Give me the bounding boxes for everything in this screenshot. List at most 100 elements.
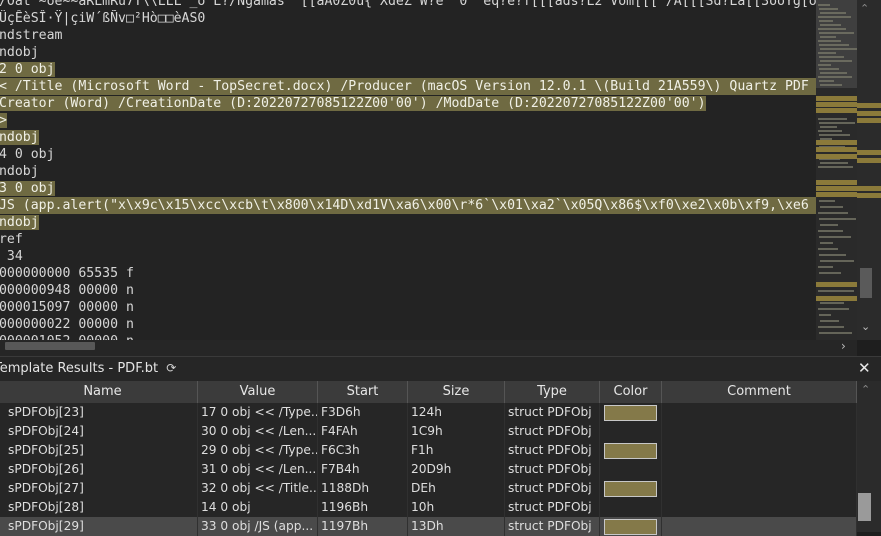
scroll-up-arrow-icon[interactable]: ⌃ bbox=[860, 2, 869, 15]
code-line[interactable]: 0000000022 00000 n bbox=[0, 316, 816, 333]
cell-value: 33 0 obj /JS (app... bbox=[198, 517, 318, 536]
minimap-highlight bbox=[816, 140, 857, 145]
code-line-text: 14 0 obj bbox=[0, 147, 55, 162]
code-line[interactable]: 0000015097 00000 n bbox=[0, 299, 816, 316]
cell-size: 1C9h bbox=[408, 422, 505, 441]
code-line[interactable]: endobj bbox=[0, 44, 816, 61]
minimap-line bbox=[820, 60, 852, 62]
editor-vertical-scroll-thumb[interactable] bbox=[860, 268, 872, 298]
code-line-text: endobj bbox=[0, 164, 39, 179]
cell-comment[interactable] bbox=[662, 403, 857, 422]
cell-color[interactable] bbox=[600, 479, 662, 498]
minimap-line bbox=[818, 28, 846, 30]
column-header-type[interactable]: Type bbox=[505, 381, 600, 403]
cell-comment[interactable] bbox=[662, 422, 857, 441]
table-row[interactable]: sPDFObj[23] 17 0 obj << /Type... F3D6h 124h… bbox=[0, 403, 857, 422]
cell-size: 10h bbox=[408, 498, 505, 517]
cell-comment[interactable] bbox=[662, 460, 857, 479]
scroll-right-arrow-icon[interactable]: › bbox=[841, 339, 846, 353]
cell-color[interactable] bbox=[600, 517, 662, 536]
close-icon[interactable]: ✕ bbox=[858, 359, 871, 377]
column-header-size[interactable]: Size bbox=[408, 381, 505, 403]
cell-size: 13Dh bbox=[408, 517, 505, 536]
cell-color[interactable] bbox=[600, 403, 662, 422]
column-header-comment[interactable]: Comment bbox=[662, 381, 857, 403]
code-line[interactable]: xref bbox=[0, 231, 816, 248]
code-line[interactable]: 14 0 obj bbox=[0, 146, 816, 163]
minimap-line bbox=[818, 230, 843, 232]
editor-vertical-scrollbar[interactable]: ⌃ ⌄ bbox=[857, 0, 881, 340]
code-line[interactable]: 33 0 obj bbox=[0, 180, 816, 197]
minimap-line bbox=[818, 130, 842, 132]
code-line[interactable]: /Creator (Word) /CreationDate (D:2022072… bbox=[0, 95, 816, 112]
code-line[interactable]: endobj bbox=[0, 214, 816, 231]
table-header: Name Value Start Size Type Color Comment bbox=[0, 381, 857, 403]
code-line[interactable]: endstream bbox=[0, 27, 816, 44]
results-vertical-scrollbar[interactable]: ⌃ bbox=[857, 381, 881, 532]
cell-comment[interactable] bbox=[662, 479, 857, 498]
code-line[interactable]: 32 0 obj bbox=[0, 61, 816, 78]
scroll-up-arrow-icon[interactable]: ⌃ bbox=[861, 383, 870, 396]
minimap-line bbox=[819, 8, 838, 10]
minimap-line bbox=[819, 44, 849, 46]
cell-comment[interactable] bbox=[662, 517, 857, 536]
minimap-line bbox=[819, 314, 831, 316]
results-vertical-scroll-thumb[interactable] bbox=[858, 493, 871, 521]
column-header-start[interactable]: Start bbox=[318, 381, 408, 403]
cell-comment[interactable] bbox=[662, 441, 857, 460]
cell-color[interactable] bbox=[600, 460, 662, 479]
editor-horizontal-scrollbar[interactable]: › bbox=[0, 339, 857, 356]
code-line[interactable]: >> bbox=[0, 112, 816, 129]
code-line-text: 9/Oat`~oe~~aRLmRu7T\\LLL _o L?/Ngamas `[… bbox=[0, 0, 816, 9]
code-line-text: endobj bbox=[0, 130, 39, 145]
column-header-name[interactable]: Name bbox=[0, 381, 198, 403]
code-line[interactable]: SÜçÊèSÎ·Ÿ|çiW´ßÑv□²Hò□□èAS0 bbox=[0, 10, 816, 27]
editor-horizontal-scroll-thumb[interactable] bbox=[5, 342, 95, 350]
column-header-color[interactable]: Color bbox=[600, 381, 662, 403]
table-row[interactable]: sPDFObj[27] 32 0 obj << /Title... 1188Dh DE… bbox=[0, 479, 857, 498]
scrollbar-highlight-mark bbox=[857, 150, 881, 155]
code-line[interactable]: 0000001052 00000 n bbox=[0, 333, 816, 340]
cell-type: struct PDFObj bbox=[505, 403, 600, 422]
code-line-text: 0000000022 00000 n bbox=[0, 317, 134, 332]
cell-color[interactable] bbox=[600, 498, 662, 517]
cell-color[interactable] bbox=[600, 422, 662, 441]
code-line-text: xref bbox=[0, 232, 23, 247]
code-line[interactable]: endobj bbox=[0, 129, 816, 146]
code-line[interactable]: << /Title (Microsoft Word - TopSecret.do… bbox=[0, 78, 816, 95]
hex-text-editor[interactable]: 9/Oat`~oe~~aRLmRu7T\\LLL _o L?/Ngamas `[… bbox=[0, 0, 816, 340]
cell-size: F1h bbox=[408, 441, 505, 460]
table-row[interactable]: sPDFObj[25] 29 0 obj << /Type... F6C3h F1h s… bbox=[0, 441, 857, 460]
minimap-line bbox=[820, 24, 841, 26]
cell-value: 29 0 obj << /Type... bbox=[198, 441, 318, 460]
code-line[interactable]: 0 34 bbox=[0, 248, 816, 265]
scroll-down-arrow-icon[interactable]: ⌄ bbox=[861, 320, 870, 333]
code-line[interactable]: 0000000000 65535 f bbox=[0, 265, 816, 282]
cell-type: struct PDFObj bbox=[505, 517, 600, 536]
minimap-line bbox=[819, 80, 834, 82]
code-line[interactable]: 0000000948 00000 n bbox=[0, 282, 816, 299]
code-line-text: endobj bbox=[0, 45, 39, 60]
table-row[interactable]: sPDFObj[28] 14 0 obj 1196Bh 10h struct PDFOb… bbox=[0, 498, 857, 517]
scrollbar-highlight-mark bbox=[857, 193, 881, 198]
column-header-value[interactable]: Value bbox=[198, 381, 318, 403]
cell-type: struct PDFObj bbox=[505, 498, 600, 517]
cell-comment[interactable] bbox=[662, 498, 857, 517]
cell-size: 124h bbox=[408, 403, 505, 422]
code-line[interactable]: endobj bbox=[0, 163, 816, 180]
table-row[interactable]: sPDFObj[26] 31 0 obj << /Len... F7B4h 20D9h… bbox=[0, 460, 857, 479]
code-line-text: /Creator (Word) /CreationDate (D:2022072… bbox=[0, 96, 706, 111]
cell-start: 1196Bh bbox=[318, 498, 408, 517]
minimap-highlight bbox=[816, 154, 857, 159]
minimap[interactable] bbox=[816, 0, 857, 340]
table-row[interactable]: sPDFObj[24] 30 0 obj << /Len... F4FAh 1C9h s… bbox=[0, 422, 857, 441]
refresh-icon[interactable]: ⟳ bbox=[166, 361, 176, 375]
table-row[interactable]: sPDFObj[29] 33 0 obj /JS (app... 1197Bh 13D… bbox=[0, 517, 857, 536]
cell-type: struct PDFObj bbox=[505, 441, 600, 460]
code-line[interactable]: 9/Oat`~oe~~aRLmRu7T\\LLL _o L?/Ngamas `[… bbox=[0, 0, 816, 10]
cell-color[interactable] bbox=[600, 441, 662, 460]
table-body: sPDFObj[23] 17 0 obj << /Type... F3D6h 124h… bbox=[0, 403, 857, 536]
code-line[interactable]: /JS (app.alert("x\x9c\x15\xcc\xcb\t\x800… bbox=[0, 197, 816, 214]
minimap-line bbox=[820, 84, 842, 86]
minimap-line bbox=[818, 326, 844, 328]
